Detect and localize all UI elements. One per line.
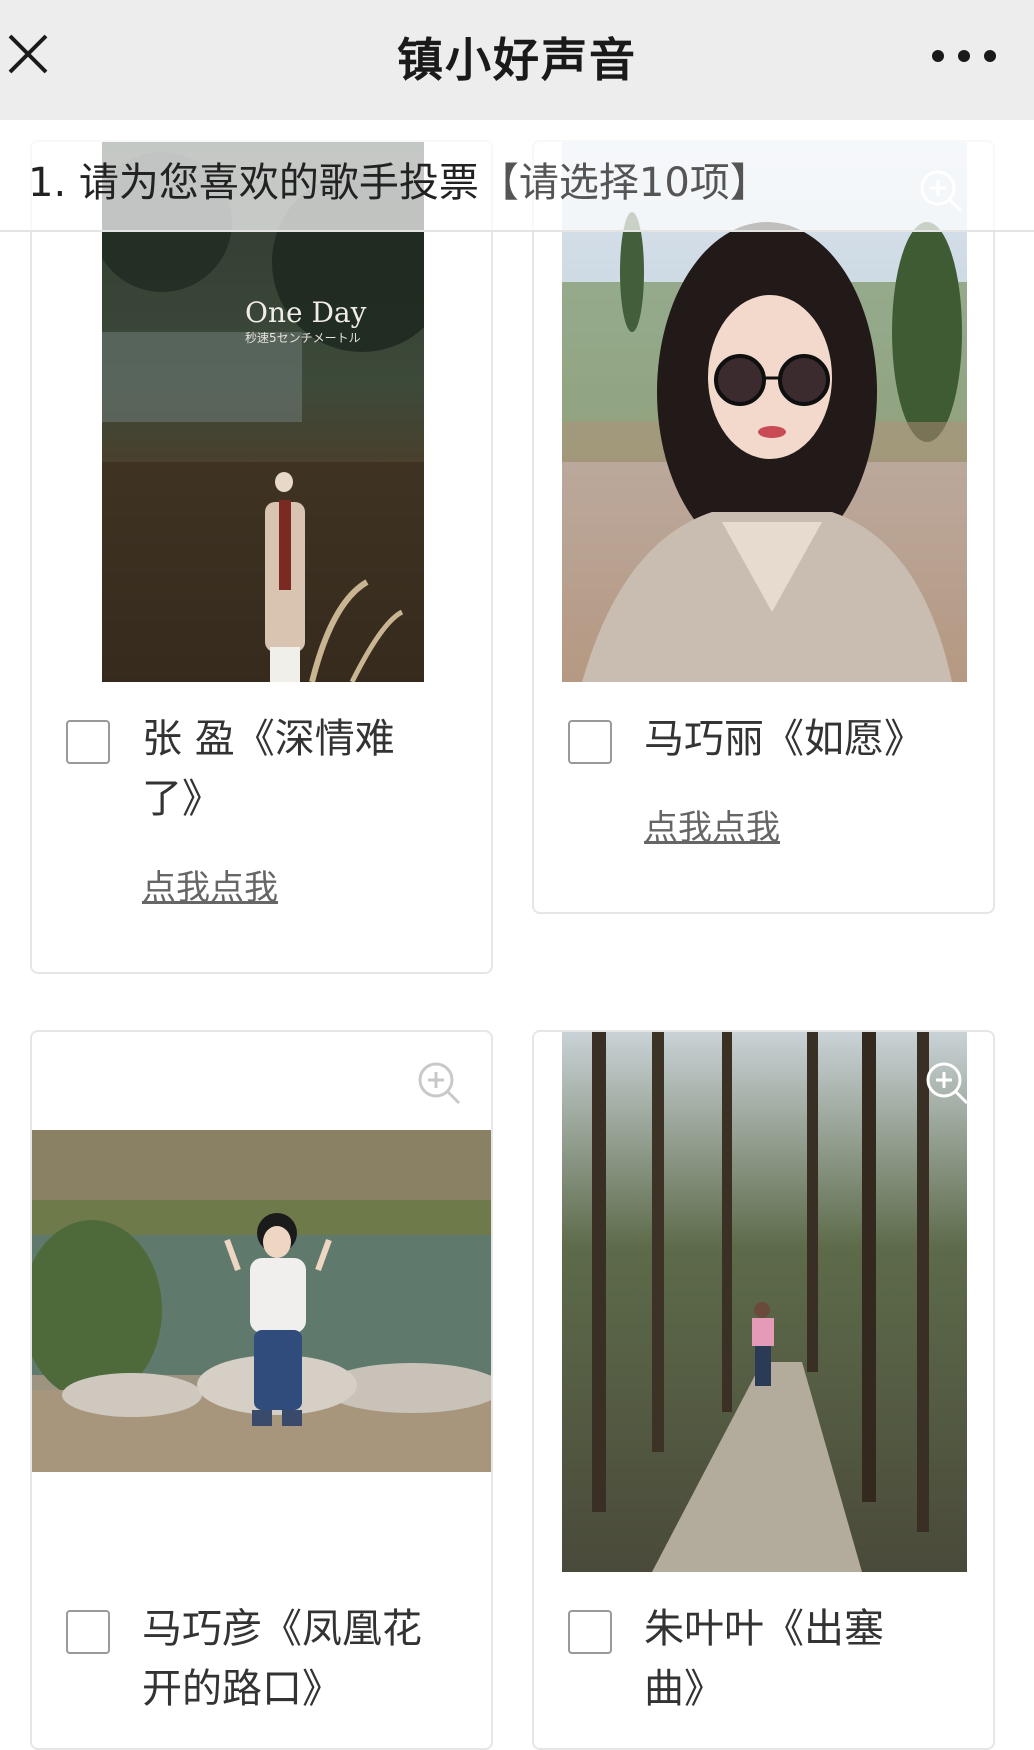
river-photo-graphic bbox=[32, 1130, 491, 1472]
option-checkbox[interactable] bbox=[66, 720, 110, 764]
option-checkbox[interactable] bbox=[568, 1610, 612, 1654]
singer-photo[interactable] bbox=[32, 1130, 491, 1472]
option-label-line2: 开的路口》 bbox=[142, 1666, 342, 1712]
zoom-in-icon[interactable] bbox=[924, 1060, 970, 1106]
zoom-in-icon[interactable] bbox=[918, 168, 964, 214]
option-checkbox[interactable] bbox=[66, 1610, 110, 1654]
vote-option-card: 朱叶叶《出塞 曲》 bbox=[532, 1030, 995, 1750]
forest-path-photo-graphic bbox=[562, 1032, 967, 1572]
option-detail-link[interactable]: 点我点我 bbox=[644, 800, 780, 849]
vote-option-card: One Day 秒速5センチメートル 张 盈《深情难 了》 点我点我 bbox=[30, 140, 493, 974]
question-header: 1. 请为您喜欢的歌手投票【请选择10项】 bbox=[0, 120, 1034, 232]
option-checkbox[interactable] bbox=[568, 720, 612, 764]
singer-photo[interactable] bbox=[562, 1032, 967, 1572]
zoom-in-icon[interactable] bbox=[416, 1060, 462, 1106]
question-title: 1. 请为您喜欢的歌手投票【请选择10项】 bbox=[28, 150, 770, 208]
top-nav-bar: 镇小好声音 bbox=[0, 0, 1034, 120]
vote-option-card: 马巧彦《凤凰花 开的路口》 bbox=[30, 1030, 493, 1750]
photo-subtitle-text: 秒速5センチメートル bbox=[245, 331, 361, 345]
question-hint: 【请选择10项】 bbox=[478, 160, 770, 206]
more-dots-icon[interactable] bbox=[924, 36, 1004, 76]
option-label-line2: 曲》 bbox=[644, 1666, 724, 1712]
question-text: 请为您喜欢的歌手投票 bbox=[78, 160, 479, 206]
page-title: 镇小好声音 bbox=[397, 33, 637, 87]
photo-title-text: One Day bbox=[245, 296, 367, 329]
option-label-line1: 朱叶叶《出塞 bbox=[644, 1606, 884, 1652]
option-detail-link[interactable]: 点我点我 bbox=[142, 860, 278, 909]
option-label-line1: 张 盈《深情难 bbox=[142, 716, 395, 762]
vote-option-card: 马巧丽《如愿》 点我点我 bbox=[532, 140, 995, 914]
option-label-line2: 了》 bbox=[142, 776, 222, 822]
question-number: 1. bbox=[28, 160, 67, 206]
option-label-line1: 马巧彦《凤凰花 bbox=[142, 1606, 422, 1652]
option-label-line1: 马巧丽《如愿》 bbox=[644, 716, 924, 762]
